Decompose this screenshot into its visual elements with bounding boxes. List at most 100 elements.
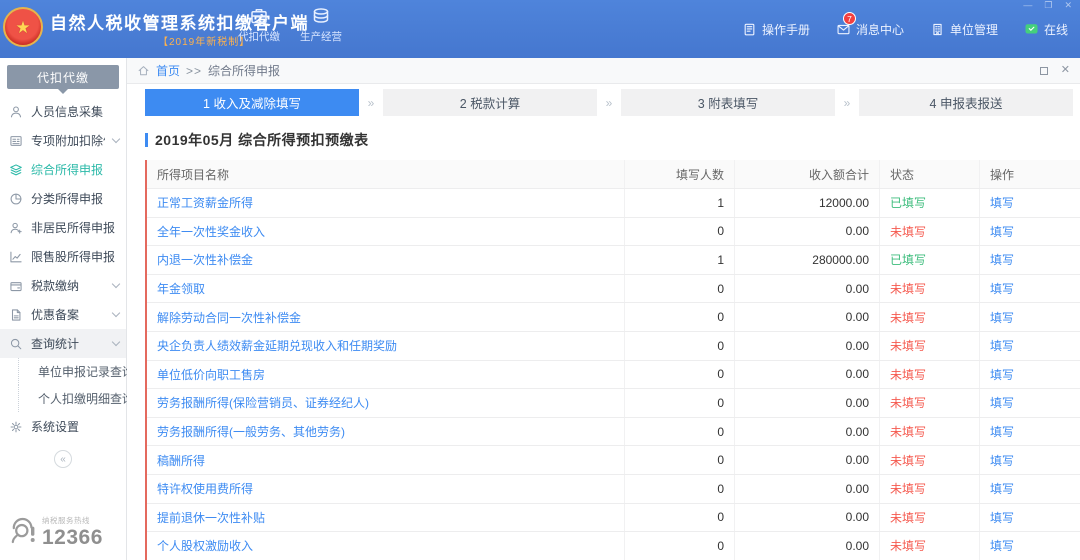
notification-badge: 7: [843, 12, 856, 25]
status-badge: 未填写: [890, 366, 926, 383]
fill-action-link[interactable]: 填写: [990, 423, 1014, 440]
sidebar-item[interactable]: 专项附加扣除信息采集: [0, 126, 126, 155]
chevron-down-icon: [112, 134, 120, 142]
fill-count: 0: [625, 332, 735, 360]
sidebar-item[interactable]: 分类所得申报: [0, 184, 126, 213]
status-badge: 未填写: [890, 280, 926, 297]
wallet-icon: [9, 279, 23, 293]
fill-count: 0: [625, 418, 735, 446]
sidebar-item[interactable]: 税款缴纳: [0, 271, 126, 300]
header-link[interactable]: 单位管理: [930, 21, 998, 38]
sidebar-item[interactable]: 非居民所得申报: [0, 213, 126, 242]
hotline-block: 纳税服务热线 12366: [7, 510, 103, 548]
header-link[interactable]: 7消息中心: [836, 21, 904, 38]
fill-count: 0: [625, 361, 735, 389]
fill-action-link[interactable]: 填写: [990, 280, 1014, 297]
income-total: 0.00: [735, 361, 880, 389]
income-total: 0.00: [735, 275, 880, 303]
header-link[interactable]: 在线: [1024, 21, 1068, 38]
top-nav: 代扣代缴生产经营: [238, 6, 342, 44]
status-badge: 未填写: [890, 309, 926, 326]
status-badge: 未填写: [890, 223, 926, 240]
breadcrumb-home-link[interactable]: 首页: [156, 62, 180, 79]
panel-close-icon[interactable]: ✕: [1061, 65, 1070, 76]
period-heading: 2019年05月 综合所得预扣预缴表: [145, 130, 1080, 150]
column-header-count: 填写人数: [625, 160, 735, 188]
income-total: 0.00: [735, 303, 880, 331]
topnav-item[interactable]: 生产经营: [300, 6, 342, 44]
income-item-link[interactable]: 正常工资薪金所得: [157, 194, 253, 211]
income-item-link[interactable]: 劳务报酬所得(一般劳务、其他劳务): [157, 423, 345, 440]
step-tab-3[interactable]: 3 附表填写: [621, 89, 835, 116]
fill-action-link[interactable]: 填写: [990, 509, 1014, 526]
status-badge: 未填写: [890, 423, 926, 440]
briefcase-icon: [249, 6, 269, 26]
income-total: 0.00: [735, 418, 880, 446]
income-item-link[interactable]: 全年一次性奖金收入: [157, 223, 265, 240]
table-row: 提前退休一次性补贴00.00未填写填写: [147, 504, 1080, 533]
income-item-link[interactable]: 提前退休一次性补贴: [157, 509, 265, 526]
column-header-amount: 收入额合计: [735, 160, 880, 188]
fill-action-link[interactable]: 填写: [990, 251, 1014, 268]
income-item-link[interactable]: 内退一次性补偿金: [157, 251, 253, 268]
table-row: 全年一次性奖金收入00.00未填写填写: [147, 218, 1080, 247]
income-item-link[interactable]: 劳务报酬所得(保险营销员、证券经纪人): [157, 394, 369, 411]
header-link[interactable]: 操作手册: [742, 21, 810, 38]
income-item-link[interactable]: 央企负责人绩效薪金延期兑现收入和任期奖励: [157, 337, 397, 354]
table-row: 央企负责人绩效薪金延期兑现收入和任期奖励00.00未填写填写: [147, 332, 1080, 361]
panel-maximize-icon[interactable]: [1040, 67, 1048, 75]
income-total: 280000.00: [735, 246, 880, 274]
income-item-link[interactable]: 特许权使用费所得: [157, 480, 253, 497]
main-content: 1 收入及减除填写»2 税款计算»3 附表填写»4 申报表报送 2019年05月…: [127, 84, 1080, 560]
table-header-row: 所得项目名称 填写人数 收入额合计 状态 操作: [147, 160, 1080, 189]
step-separator: »: [597, 96, 621, 110]
topnav-item[interactable]: 代扣代缴: [238, 6, 280, 44]
sidebar-item[interactable]: 限售股所得申报: [0, 242, 126, 271]
fill-action-link[interactable]: 填写: [990, 480, 1014, 497]
sidebar-item[interactable]: 查询统计: [0, 329, 126, 358]
sidebar-item[interactable]: 系统设置: [0, 412, 126, 441]
column-header-action: 操作: [980, 160, 1080, 188]
sidebar-menu: 人员信息采集专项附加扣除信息采集综合所得申报分类所得申报非居民所得申报限售股所得…: [0, 97, 126, 441]
fill-action-link[interactable]: 填写: [990, 366, 1014, 383]
step-tab-4[interactable]: 4 申报表报送: [859, 89, 1073, 116]
fill-action-link[interactable]: 填写: [990, 309, 1014, 326]
pie-icon: [9, 192, 23, 206]
income-item-link[interactable]: 稿酬所得: [157, 452, 205, 469]
income-item-link[interactable]: 解除劳动合同一次性补偿金: [157, 309, 301, 326]
income-item-link[interactable]: 年金领取: [157, 280, 205, 297]
hotline-label: 纳税服务热线: [42, 515, 103, 526]
doc-icon: [9, 308, 23, 322]
fill-count: 0: [625, 275, 735, 303]
sidebar-item[interactable]: 人员信息采集: [0, 97, 126, 126]
fill-action-link[interactable]: 填写: [990, 337, 1014, 354]
income-item-link[interactable]: 单位低价向职工售房: [157, 366, 265, 383]
sidebar-subitem[interactable]: 个人扣缴明细查询: [0, 385, 126, 412]
status-badge: 未填写: [890, 537, 926, 554]
chevron-down-icon: [112, 279, 120, 287]
minimize-button[interactable]: —: [1023, 0, 1032, 10]
fill-count: 1: [625, 246, 735, 274]
sidebar-collapse-button[interactable]: «: [54, 450, 72, 468]
window-controls: — ❐ ✕: [1023, 0, 1072, 10]
fill-action-link[interactable]: 填写: [990, 394, 1014, 411]
home-icon: [137, 64, 150, 77]
fill-count: 0: [625, 446, 735, 474]
step-tab-1[interactable]: 1 收入及减除填写: [145, 89, 359, 116]
fill-action-link[interactable]: 填写: [990, 194, 1014, 211]
table-row: 解除劳动合同一次性补偿金00.00未填写填写: [147, 303, 1080, 332]
fill-action-link[interactable]: 填写: [990, 223, 1014, 240]
sidebar-item[interactable]: 综合所得申报: [0, 155, 126, 184]
chevron-down-icon: [112, 337, 120, 345]
income-item-link[interactable]: 个人股权激励收入: [157, 537, 253, 554]
step-tab-2[interactable]: 2 税款计算: [383, 89, 597, 116]
sidebar-item[interactable]: 优惠备案: [0, 300, 126, 329]
fill-action-link[interactable]: 填写: [990, 452, 1014, 469]
fill-count: 0: [625, 475, 735, 503]
close-button[interactable]: ✕: [1064, 0, 1072, 10]
income-total: 0.00: [735, 475, 880, 503]
sidebar-subitem[interactable]: 单位申报记录查询: [0, 358, 126, 385]
maximize-button[interactable]: ❐: [1044, 0, 1052, 10]
fill-action-link[interactable]: 填写: [990, 537, 1014, 554]
table-row: 年金领取 00.00 未填写 填写: [147, 275, 1080, 304]
